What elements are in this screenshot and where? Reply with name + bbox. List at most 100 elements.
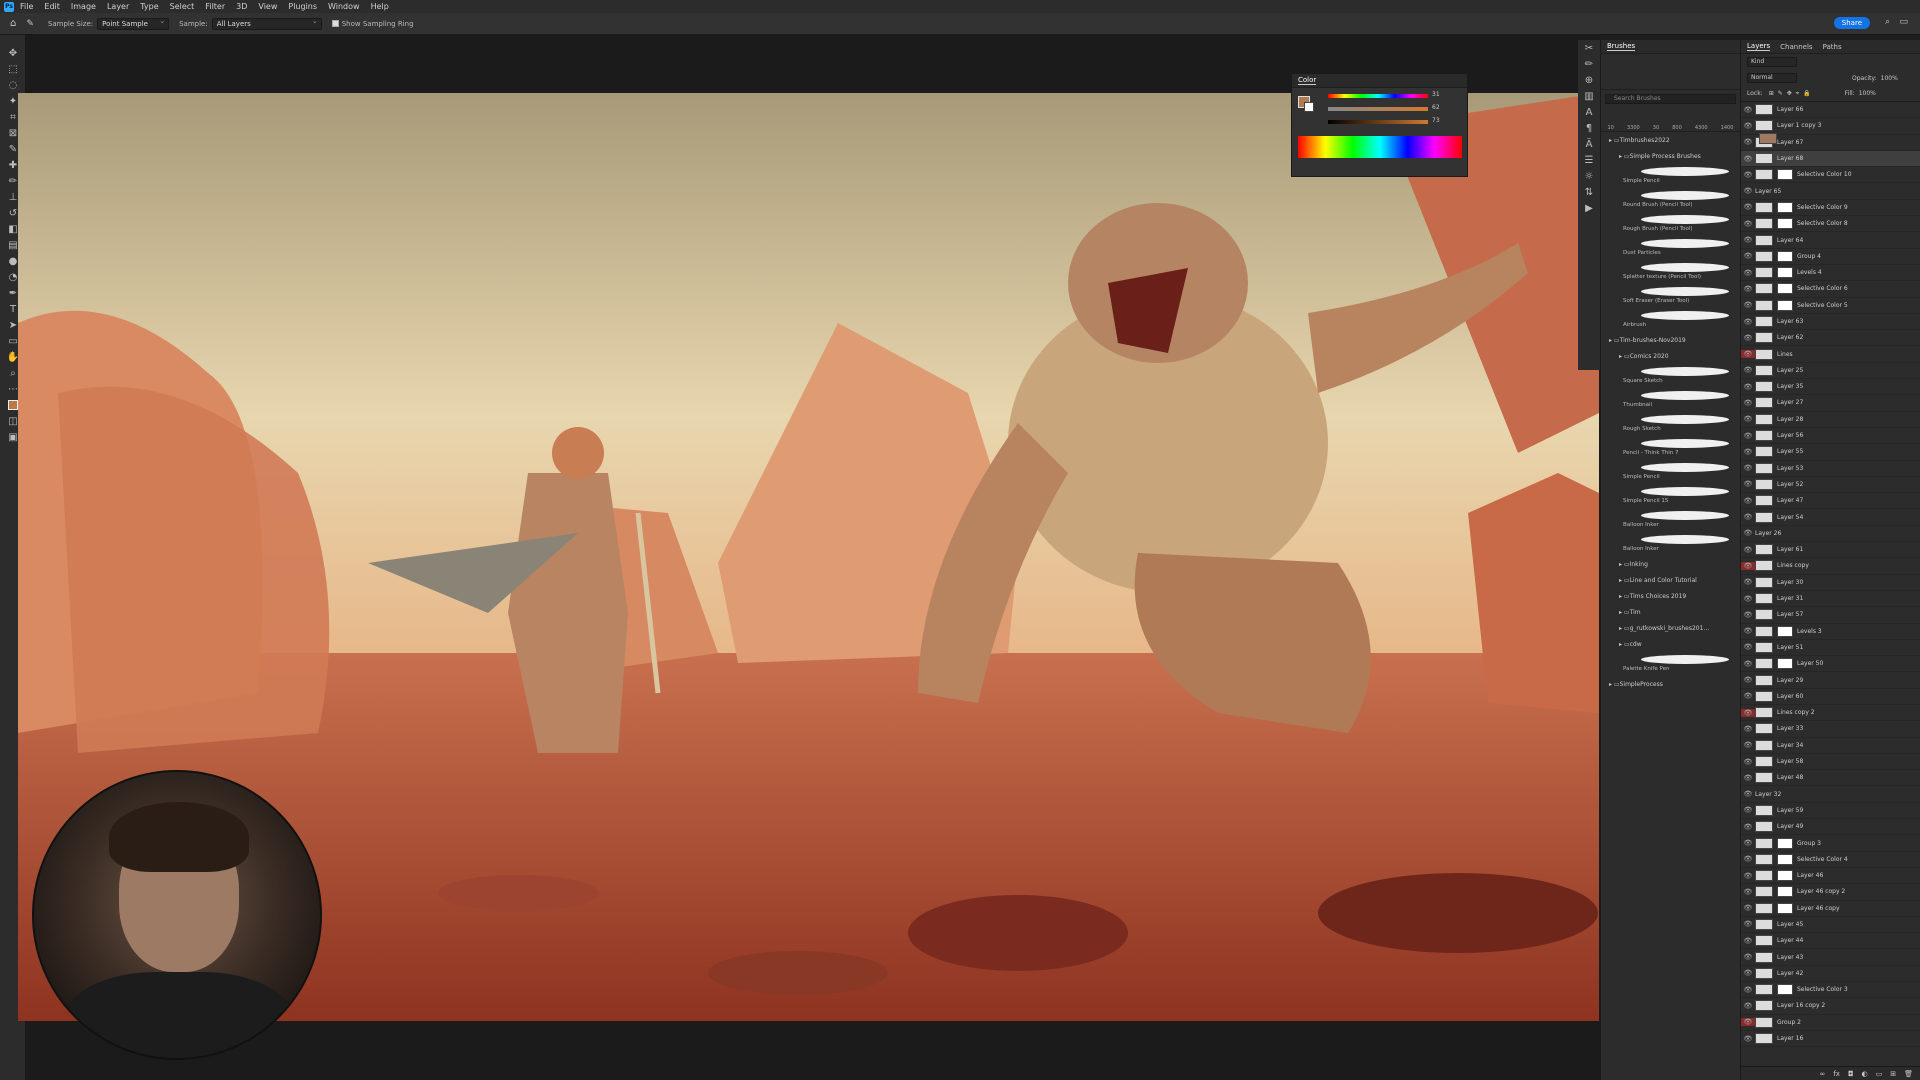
- layer-row[interactable]: 👁 Layer 65: [1741, 133, 1920, 200]
- visibility-eye-icon[interactable]: 👁: [1741, 122, 1755, 130]
- menu-file[interactable]: File: [20, 2, 33, 11]
- layer-row[interactable]: 👁 Layer 47: [1741, 493, 1920, 510]
- brush-folder[interactable]: ▸ ▭ Inking: [1601, 556, 1740, 572]
- visibility-eye-icon[interactable]: 👁: [1741, 106, 1755, 114]
- visibility-eye-icon[interactable]: 👁: [1741, 741, 1755, 749]
- home-icon[interactable]: ⌂: [10, 18, 16, 29]
- visibility-eye-icon[interactable]: 👁: [1741, 855, 1755, 863]
- visibility-eye-icon[interactable]: 👁: [1741, 953, 1755, 961]
- layer-row[interactable]: 👁 Group 3: [1741, 835, 1920, 852]
- layer-row[interactable]: 👁 Layer 50: [1741, 656, 1920, 673]
- add-mask-icon[interactable]: ◘: [1848, 1070, 1854, 1078]
- eyedropper-tool-icon[interactable]: ✎: [26, 19, 34, 29]
- layer-row[interactable]: 👁 Selective Color 6: [1741, 281, 1920, 298]
- brush-settings-icon[interactable]: ✏: [1578, 56, 1600, 72]
- brush-preset[interactable]: Dust Particles: [1601, 236, 1740, 260]
- properties-icon[interactable]: ☼: [1578, 168, 1600, 184]
- visibility-eye-icon[interactable]: 👁: [1741, 529, 1755, 537]
- lasso-tool-icon[interactable]: ◌: [0, 77, 26, 93]
- visibility-eye-icon[interactable]: 👁: [1741, 708, 1755, 717]
- layer-row[interactable]: 👁 Layer 51: [1741, 640, 1920, 657]
- visibility-eye-icon[interactable]: 👁: [1741, 497, 1755, 505]
- brush-preset[interactable]: Pencil - Think Thin 7: [1601, 436, 1740, 460]
- visibility-eye-icon[interactable]: 👁: [1741, 432, 1755, 440]
- layer-row[interactable]: 👁 Layer 29: [1741, 672, 1920, 689]
- visibility-eye-icon[interactable]: 👁: [1741, 872, 1755, 880]
- new-layer-icon[interactable]: ⊞: [1890, 1070, 1896, 1078]
- tab-paths[interactable]: Paths: [1823, 43, 1842, 51]
- visibility-eye-icon[interactable]: 👁: [1741, 464, 1755, 472]
- brush-folder[interactable]: ▸ ▭ Simple Process Brushes: [1601, 148, 1740, 164]
- visibility-eye-icon[interactable]: 👁: [1741, 660, 1755, 668]
- visibility-eye-icon[interactable]: 👁: [1741, 220, 1755, 228]
- visibility-eye-icon[interactable]: 👁: [1741, 366, 1755, 374]
- menu-3d[interactable]: 3D: [236, 2, 247, 11]
- tab-channels[interactable]: Channels: [1780, 43, 1812, 51]
- workspace-icon[interactable]: ▭: [1899, 17, 1908, 27]
- layer-row[interactable]: 👁 Selective Color 9: [1741, 200, 1920, 217]
- layer-row[interactable]: 👁 Layer 46: [1741, 868, 1920, 885]
- layer-row[interactable]: 👁 Layer 45: [1741, 917, 1920, 934]
- menu-image[interactable]: Image: [71, 2, 96, 11]
- kind-filter-select[interactable]: Kind: [1747, 57, 1797, 67]
- visibility-eye-icon[interactable]: 👁: [1741, 236, 1755, 244]
- actions-icon[interactable]: ▶: [1578, 200, 1600, 216]
- brush-folder[interactable]: ▸ ▭ SimpleProcess: [1601, 676, 1740, 692]
- visibility-eye-icon[interactable]: 👁: [1741, 187, 1755, 195]
- layer-row[interactable]: 👁 Layer 46 copy 2: [1741, 884, 1920, 901]
- layer-row[interactable]: 👁 Levels 4: [1741, 265, 1920, 282]
- glyphs-icon[interactable]: Ä: [1578, 136, 1600, 152]
- visibility-eye-icon[interactable]: 👁: [1741, 839, 1755, 847]
- layer-row[interactable]: 👁 Layer 62: [1741, 330, 1920, 347]
- hue-value[interactable]: 31: [1432, 91, 1440, 98]
- visibility-eye-icon[interactable]: 👁: [1741, 758, 1755, 766]
- blend-mode-select[interactable]: Normal: [1747, 73, 1797, 83]
- visibility-eye-icon[interactable]: 👁: [1741, 969, 1755, 977]
- menu-select[interactable]: Select: [170, 2, 195, 11]
- recent-brush-size[interactable]: 10: [1608, 125, 1614, 131]
- layer-row[interactable]: 👁 Layer 52: [1741, 477, 1920, 494]
- visibility-eye-icon[interactable]: 👁: [1741, 561, 1755, 570]
- visibility-eye-icon[interactable]: 👁: [1741, 806, 1755, 814]
- histogram-icon[interactable]: ▥: [1578, 88, 1600, 104]
- visibility-eye-icon[interactable]: 👁: [1741, 1035, 1755, 1043]
- visibility-eye-icon[interactable]: 👁: [1741, 643, 1755, 651]
- layer-row[interactable]: 👁 Layer 16: [1741, 1031, 1920, 1048]
- layer-row[interactable]: 👁 Layer 26: [1741, 133, 1920, 543]
- layer-row[interactable]: 👁 Layer 31: [1741, 591, 1920, 608]
- photoshop-logo-icon[interactable]: Ps: [4, 1, 14, 12]
- brush-folder[interactable]: ▸ ▭ g_rutkowski_brushes201...: [1601, 620, 1740, 636]
- tools-icon[interactable]: ✂: [1578, 40, 1600, 56]
- layer-row[interactable]: 👁 Layer 16 copy 2: [1741, 998, 1920, 1015]
- brush-search-input[interactable]: Search Brushes: [1605, 94, 1736, 104]
- layer-row[interactable]: 👁 Selective Color 8: [1741, 216, 1920, 233]
- menu-edit[interactable]: Edit: [44, 2, 60, 11]
- layer-row[interactable]: 👁 Layer 48: [1741, 770, 1920, 787]
- layer-row[interactable]: 👁 Layer 61: [1741, 542, 1920, 559]
- layer-row[interactable]: 👁 Layer 56: [1741, 428, 1920, 445]
- brush-folder[interactable]: ▸ ▭ Tim: [1601, 604, 1740, 620]
- opacity-value[interactable]: 100%: [1881, 75, 1898, 82]
- brush-folder[interactable]: ▸ ▭ Comics 2020: [1601, 348, 1740, 364]
- layer-row[interactable]: 👁 Layer 53: [1741, 461, 1920, 477]
- sample-select[interactable]: All Layers: [211, 17, 322, 30]
- visibility-eye-icon[interactable]: 👁: [1741, 383, 1755, 391]
- visibility-eye-icon[interactable]: 👁: [1741, 448, 1755, 456]
- background-swatch[interactable]: [1304, 102, 1314, 112]
- layer-row[interactable]: 👁 Layer 25: [1741, 363, 1920, 380]
- saturation-slider[interactable]: [1328, 107, 1428, 111]
- visibility-eye-icon[interactable]: 👁: [1741, 676, 1755, 684]
- brush-preset[interactable]: Rough Sketch: [1601, 412, 1740, 436]
- visibility-eye-icon[interactable]: 👁: [1741, 823, 1755, 831]
- tab-layers[interactable]: Layers: [1747, 42, 1771, 51]
- brush-preset[interactable]: Soft Eraser (Eraser Tool): [1601, 284, 1740, 308]
- layer-row[interactable]: 👁 Layer 57: [1741, 607, 1920, 624]
- layer-row[interactable]: 👁 Layer 35: [1741, 379, 1920, 396]
- layer-row[interactable]: 👁 Layer 58: [1741, 754, 1920, 771]
- visibility-eye-icon[interactable]: 👁: [1741, 790, 1755, 798]
- hue-slider[interactable]: [1328, 94, 1428, 98]
- visibility-eye-icon[interactable]: 👁: [1741, 595, 1755, 603]
- menu-window[interactable]: Window: [328, 2, 360, 11]
- share-button[interactable]: Share: [1833, 17, 1870, 29]
- visibility-eye-icon[interactable]: 👁: [1741, 171, 1755, 179]
